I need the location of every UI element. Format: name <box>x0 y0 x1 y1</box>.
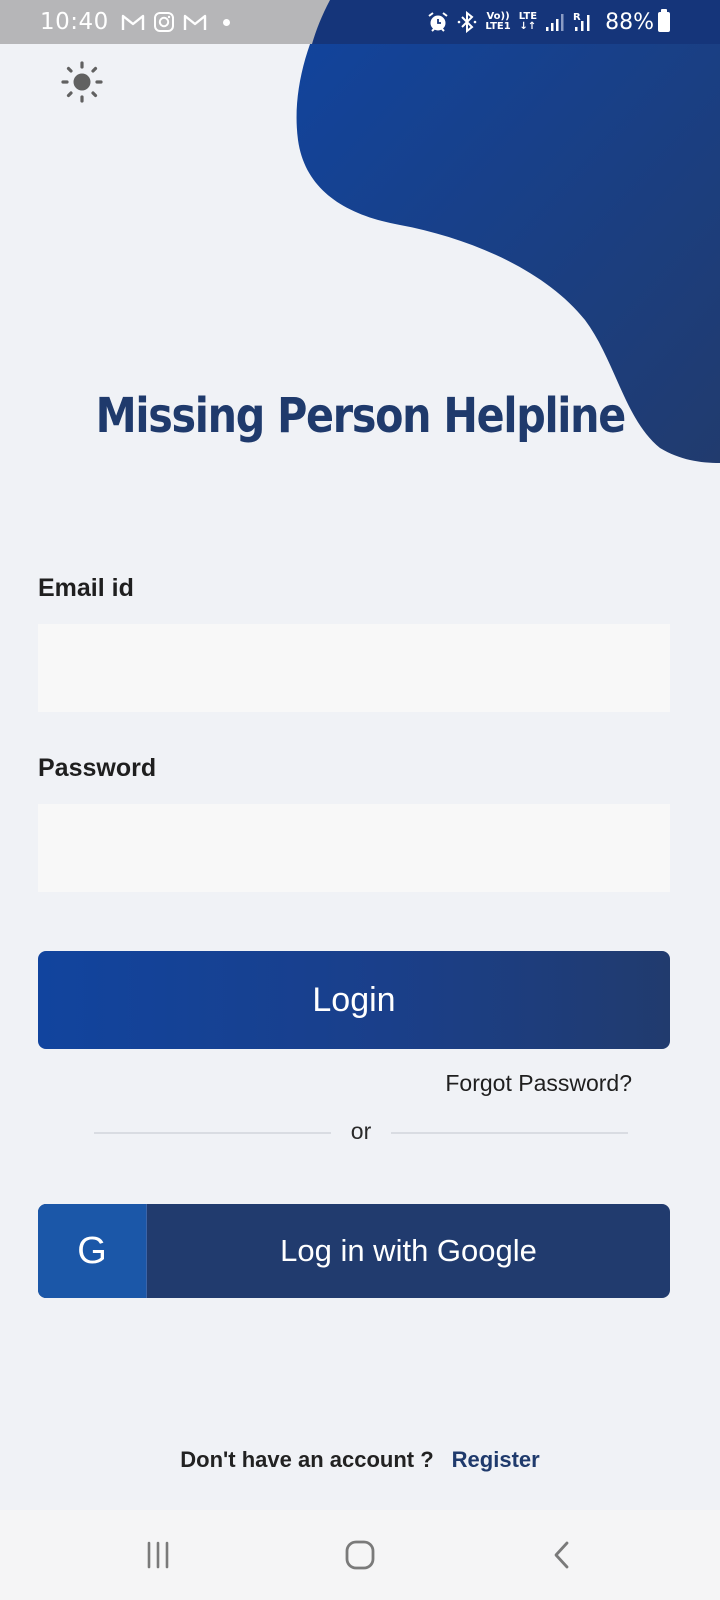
roaming-label: R <box>573 12 581 23</box>
system-nav-bar <box>0 1510 720 1600</box>
instagram-icon <box>153 11 175 33</box>
sun-icon <box>61 61 103 103</box>
lte-data-icon: LTE ↓↑ <box>519 12 537 32</box>
volte-icon: Vo)) LTE1 <box>485 12 510 32</box>
status-time: 10:40 <box>40 9 109 35</box>
back-button[interactable] <box>532 1535 592 1575</box>
notification-dot <box>222 18 230 26</box>
divider-line-left <box>94 1132 331 1134</box>
google-login-label: Log in with Google <box>280 1233 537 1268</box>
home-button[interactable] <box>330 1535 390 1575</box>
password-label: Password <box>38 754 157 782</box>
recents-button[interactable] <box>128 1535 188 1575</box>
bluetooth-icon <box>457 11 477 33</box>
recents-icon <box>147 1541 169 1569</box>
roaming-signal-icon: R <box>573 11 595 33</box>
register-row: Don't have an account ? Register <box>0 1447 720 1473</box>
status-bar: 10:40 Vo)) LTE1 LTE ↓↑ R 88% <box>0 0 720 44</box>
back-icon <box>554 1541 569 1569</box>
alarm-icon <box>427 11 449 33</box>
register-prompt: Don't have an account ? <box>180 1447 434 1472</box>
forgot-password-link[interactable]: Forgot Password? <box>445 1070 632 1097</box>
battery-percent: 88% <box>605 9 654 35</box>
app-title: Missing Person Helpline <box>95 388 627 444</box>
email-input[interactable] <box>38 624 670 712</box>
volte-bottom-label: LTE1 <box>485 21 511 32</box>
lte-arrows: ↓↑ <box>519 21 537 32</box>
gmail-icon <box>183 12 207 32</box>
google-icon: G <box>38 1204 147 1298</box>
register-link[interactable]: Register <box>452 1447 540 1473</box>
gmail-icon <box>121 12 145 32</box>
divider-line-right <box>391 1132 629 1134</box>
home-icon <box>345 1540 375 1570</box>
google-login-button[interactable]: G Log in with Google <box>38 1204 670 1298</box>
email-label: Email id <box>38 574 134 602</box>
divider-or-text: or <box>350 1117 372 1144</box>
or-divider: or <box>94 1117 629 1148</box>
signal-icon <box>545 12 565 32</box>
login-button[interactable]: Login <box>38 951 670 1049</box>
password-input[interactable] <box>38 804 670 892</box>
battery-icon <box>658 9 670 32</box>
status-right: Vo)) LTE1 LTE ↓↑ R 88% <box>419 6 670 38</box>
theme-toggle-button[interactable] <box>60 60 104 104</box>
status-left: 10:40 <box>40 6 230 38</box>
